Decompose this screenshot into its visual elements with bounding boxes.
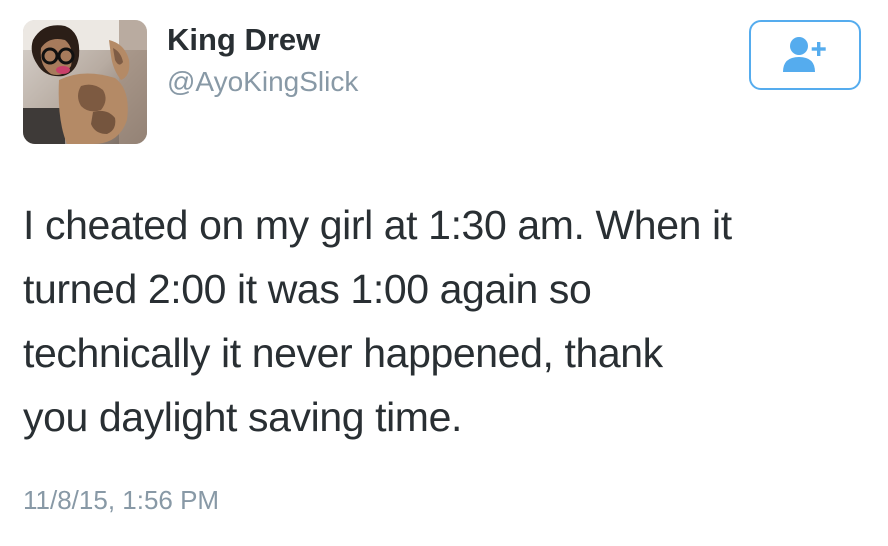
tweet-card: King Drew @AyoKingSlick I cheated on my … xyxy=(0,0,888,546)
tweet-text-line: technically it never happened, thank xyxy=(23,330,663,376)
tweet-timestamp[interactable]: 11/8/15, 1:56 PM xyxy=(23,484,219,516)
follow-user-icon xyxy=(783,37,826,72)
tweet-text-line: you daylight saving time. xyxy=(23,394,462,440)
profile-photo-image xyxy=(23,20,147,144)
tweet-text-line: I cheated on my girl at 1:30 am. When it xyxy=(23,202,732,248)
tweet-text: I cheated on my girl at 1:30 am. When it… xyxy=(23,193,868,449)
follow-button[interactable] xyxy=(749,20,861,90)
avatar[interactable] xyxy=(23,20,147,144)
tweet-text-line: turned 2:00 it was 1:00 again so xyxy=(23,266,592,312)
user-info: King Drew @AyoKingSlick xyxy=(167,18,358,102)
display-name[interactable]: King Drew xyxy=(167,18,358,62)
user-handle[interactable]: @AyoKingSlick xyxy=(167,62,358,102)
